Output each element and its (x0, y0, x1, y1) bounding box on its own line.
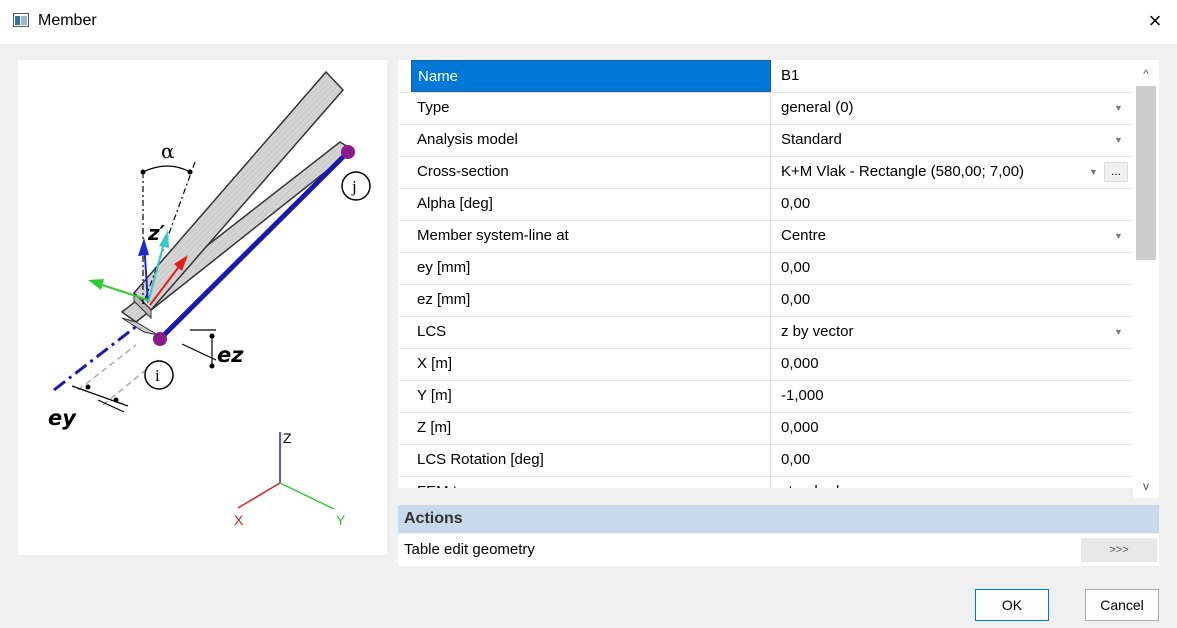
property-row[interactable]: Type general (0) ▼ (399, 92, 1133, 125)
dropdown-arrow-icon[interactable]: ▼ (1114, 124, 1123, 156)
dropdown-arrow-icon[interactable]: ▼ (1114, 220, 1123, 252)
property-name: FEM type (411, 476, 771, 488)
dropdown-arrow-icon[interactable]: ▼ (1114, 316, 1123, 348)
z-prime-label: z′ (147, 221, 166, 245)
global-x-axis (237, 482, 281, 509)
property-row[interactable]: X [m] 0,000 (399, 348, 1133, 381)
axis-y-label: Y (336, 512, 346, 528)
axis-x-label: X (234, 512, 244, 528)
property-value[interactable]: z by vector (781, 316, 1133, 348)
property-value[interactable]: Centre (781, 220, 1133, 252)
property-value[interactable]: 0,000 (781, 412, 1133, 444)
property-name: Type (411, 92, 771, 124)
property-row[interactable]: Alpha [deg] 0,00 (399, 188, 1133, 221)
property-value[interactable]: 0,00 (781, 284, 1133, 316)
property-name: X [m] (411, 348, 771, 380)
node-j-label: j (351, 177, 357, 196)
property-row[interactable]: LCS Rotation [deg] 0,00 (399, 444, 1133, 477)
table-edit-geometry-button[interactable]: >>> (1081, 538, 1157, 562)
property-value[interactable]: 0,00 (781, 444, 1133, 476)
property-name: Analysis model (411, 124, 771, 156)
property-value[interactable]: 0,000 (781, 348, 1133, 380)
lcs-y-arrow (88, 279, 104, 290)
close-button[interactable]: × (1140, 6, 1170, 36)
property-name: Name (411, 60, 771, 92)
node-i-label: i (155, 366, 160, 385)
property-row[interactable]: ey [mm] 0,00 (399, 252, 1133, 285)
scroll-up-icon[interactable]: ^ (1133, 64, 1159, 84)
property-value[interactable]: general (0) (781, 92, 1133, 124)
property-row[interactable]: Y [m] -1,000 (399, 380, 1133, 413)
property-row[interactable]: LCS z by vector ▼ (399, 316, 1133, 349)
ey-label: ey (48, 406, 77, 430)
property-row[interactable]: Cross-section K+M Vlak - Rectangle (580,0… (399, 156, 1133, 189)
title-bar: Member × (0, 0, 1177, 44)
property-value[interactable]: -1,000 (781, 380, 1133, 412)
property-value[interactable]: K+M Vlak - Rectangle (580,00; 7,00) (781, 156, 1133, 188)
property-grid: Name B1 Type general (0) ▼ Analysis model Stan… (398, 60, 1133, 488)
property-name: Cross-section (411, 156, 771, 188)
cancel-button[interactable]: Cancel (1085, 589, 1159, 621)
alpha-label: α (161, 139, 175, 163)
property-name: ey [mm] (411, 252, 771, 284)
property-row[interactable]: Analysis model Standard ▼ (399, 124, 1133, 157)
property-name: LCS (411, 316, 771, 348)
property-row[interactable]: FEM type standard (399, 476, 1133, 488)
property-value[interactable]: 0,00 (781, 252, 1133, 284)
cross-section-browse-button[interactable]: ... (1104, 162, 1128, 182)
property-name: LCS Rotation [deg] (411, 444, 771, 476)
property-name: ez [mm] (411, 284, 771, 316)
property-row[interactable]: Name B1 (399, 60, 1133, 93)
property-name: Z [m] (411, 412, 771, 444)
actions-header: Actions (398, 505, 1159, 533)
window-icon (13, 13, 29, 27)
ez-label: ez (217, 343, 244, 367)
system-line (53, 323, 139, 392)
scroll-thumb[interactable] (1136, 86, 1156, 260)
property-name: Y [m] (411, 380, 771, 412)
property-row[interactable]: ez [mm] 0,00 (399, 284, 1133, 317)
property-value[interactable]: B1 (781, 60, 1133, 92)
vertical-scrollbar[interactable]: ^ v (1133, 60, 1159, 498)
axis-z-label: Z (283, 430, 292, 446)
property-row[interactable]: Member system-line at Centre ▼ (399, 220, 1133, 253)
property-value[interactable]: 0,00 (781, 188, 1133, 220)
property-name: Member system-line at (411, 220, 771, 252)
node-i-marker (153, 332, 167, 346)
scroll-down-icon[interactable]: v (1133, 476, 1159, 496)
node-j-marker (341, 145, 355, 159)
property-value[interactable]: Standard (781, 124, 1133, 156)
dropdown-arrow-icon[interactable]: ▼ (1089, 156, 1098, 188)
ok-button[interactable]: OK (975, 589, 1049, 621)
dropdown-arrow-icon[interactable]: ▼ (1114, 92, 1123, 124)
action-label: Table edit geometry (404, 541, 535, 558)
action-table-edit-geometry[interactable]: Table edit geometry >>> (398, 534, 1159, 566)
property-row[interactable]: Z [m] 0,000 (399, 412, 1133, 445)
window-title: Member (38, 12, 97, 29)
global-y-axis (279, 482, 335, 510)
property-value[interactable]: standard (781, 476, 1133, 488)
property-name: Alpha [deg] (411, 188, 771, 220)
member-preview: i j α z′ ez ey Z X Y (18, 60, 387, 555)
